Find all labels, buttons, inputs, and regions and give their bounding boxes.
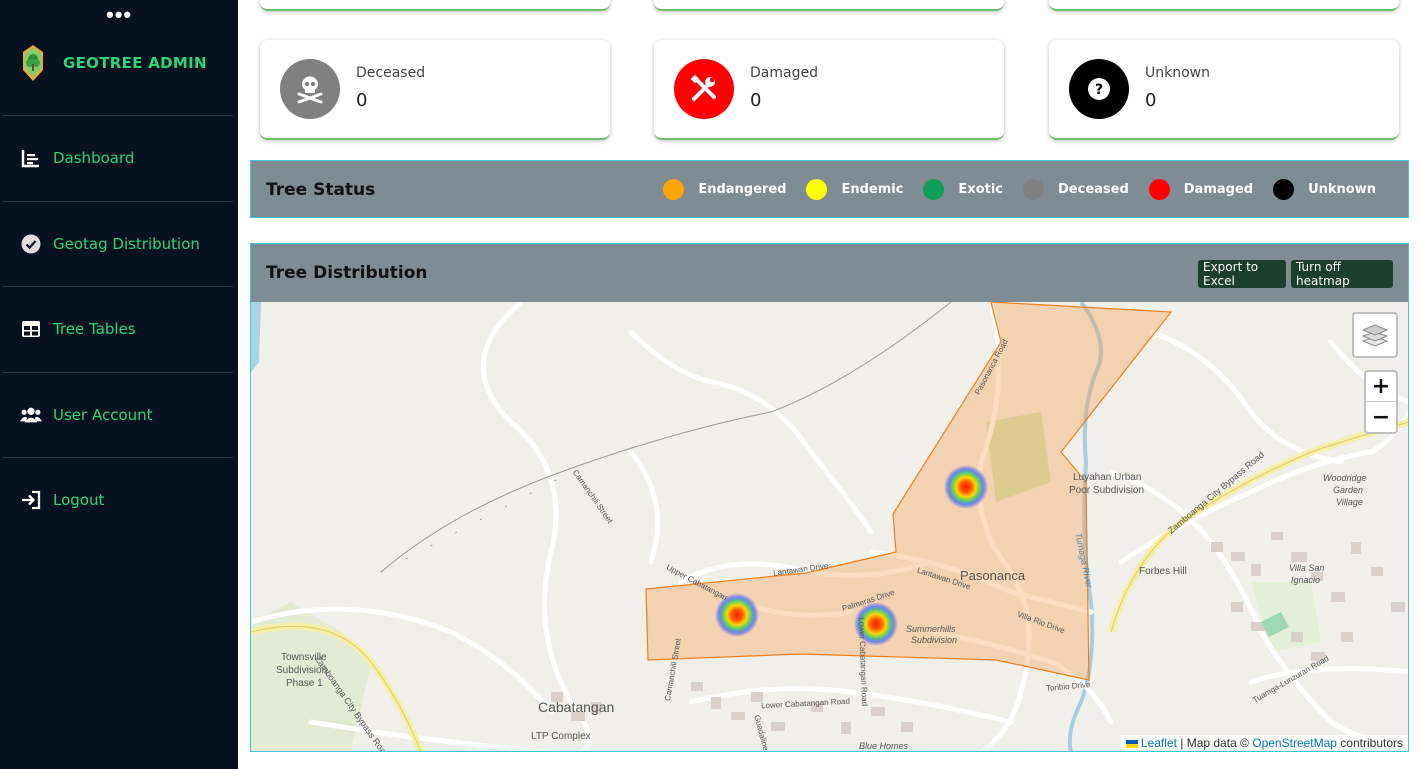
sidebar-item-user-account[interactable]: User Account	[20, 404, 153, 426]
sidebar-item-dashboard[interactable]: Dashboard	[20, 147, 134, 169]
sidebar-item-geotag-distribution[interactable]: Geotag Distribution	[20, 233, 200, 255]
sidebar-item-label: User Account	[53, 406, 153, 424]
nav-divider	[3, 457, 233, 458]
legend-label: Damaged	[1183, 181, 1254, 197]
chart-bar-icon	[20, 147, 42, 169]
nav-divider	[3, 372, 233, 373]
menu-dots-icon[interactable]: •••	[106, 4, 132, 26]
sidebar-item-tree-tables[interactable]: Tree Tables	[20, 318, 136, 340]
svg-text:?: ?	[1095, 82, 1103, 98]
stat-card-partial	[1049, 0, 1399, 11]
legend-item-exotic: Exotic	[923, 178, 1003, 200]
legend-item-endemic: Endemic	[806, 178, 904, 200]
stat-value: 0	[356, 90, 368, 111]
sidebar-item-logout[interactable]: Logout	[20, 489, 104, 511]
ukraine-flag-icon	[1125, 739, 1138, 748]
check-circle-icon	[20, 233, 42, 255]
legend-label: Exotic	[958, 181, 1003, 197]
question-icon: ?	[1069, 59, 1129, 119]
leaflet-link[interactable]: Leaflet	[1141, 736, 1177, 750]
map-label-woodridge: Garden	[1333, 485, 1364, 495]
status-legend: Endangered Endemic Exotic Deceased Damag…	[663, 161, 1408, 217]
map-tiles[interactable]	[251, 302, 1409, 752]
legend-label: Endangered	[698, 181, 787, 197]
legend-swatch	[663, 178, 685, 200]
sidebar-item-label: Geotag Distribution	[53, 235, 200, 253]
map-label-villa-san-ignacio: Ignacio	[1291, 575, 1321, 585]
stat-value: 0	[750, 90, 762, 111]
map-label-woodridge: Woodridge	[1323, 473, 1367, 483]
legend-label: Deceased	[1058, 181, 1129, 197]
stat-value: 0	[1145, 90, 1157, 111]
legend-item-unknown: Unknown	[1273, 178, 1376, 200]
legend-label: Unknown	[1308, 181, 1376, 197]
map-label-summerhills: Subdivision	[911, 635, 958, 645]
table-icon	[20, 318, 42, 340]
legend-swatch	[1273, 178, 1295, 200]
users-icon	[20, 404, 42, 426]
zoom-out-button[interactable]: −	[1366, 402, 1396, 432]
legend-swatch	[923, 178, 945, 200]
export-excel-button[interactable]: Export to Excel	[1198, 260, 1286, 288]
osm-link[interactable]: OpenStreetMap	[1252, 736, 1337, 750]
map[interactable]: Pasonanca Cabatangan LTP Complex Luyahan…	[250, 302, 1409, 752]
brand-name: GEOTREE ADMIN	[63, 54, 207, 72]
map-label-pasonanca: Pasonanca	[960, 568, 1026, 583]
toggle-heatmap-button[interactable]: Turn off heatmap	[1291, 260, 1393, 288]
legend-swatch	[1148, 178, 1170, 200]
stat-card-partial	[654, 0, 1004, 11]
tools-icon	[674, 59, 734, 119]
legend-item-endangered: Endangered	[663, 178, 787, 200]
stat-label: Deceased	[356, 65, 426, 81]
nav-divider	[3, 286, 233, 287]
tree-distribution-panel: Tree Distribution Export to Excel Turn o…	[250, 243, 1409, 303]
map-label-luyahan: Luyahan Urban	[1073, 472, 1142, 483]
stat-card-partial	[260, 0, 610, 11]
stat-label: Damaged	[750, 65, 818, 81]
zoom-in-button[interactable]: +	[1366, 372, 1396, 402]
stat-card-unknown: ? Unknown 0	[1049, 40, 1399, 140]
nav-divider	[3, 115, 233, 116]
brand[interactable]: GEOTREE ADMIN	[22, 44, 207, 82]
panel-title: Tree Status	[266, 180, 376, 200]
layers-icon	[1361, 324, 1389, 347]
legend-swatch	[806, 178, 828, 200]
main-content: Deceased 0 Damaged 0 ? Unknown 0 Tree St…	[238, 0, 1421, 769]
legend-item-deceased: Deceased	[1023, 178, 1129, 200]
sidebar-item-label: Dashboard	[53, 149, 135, 167]
sidebar-item-label: Logout	[53, 491, 105, 509]
map-label-blue-homes: Blue Homes	[859, 741, 909, 751]
map-label-villa-san-ignacio: Villa San	[1289, 563, 1325, 573]
stat-label: Unknown	[1145, 65, 1210, 81]
sidebar: ••• GEOTREE ADMIN Dashboard Geotag Distr…	[0, 0, 238, 769]
attribution-text: contributors	[1336, 736, 1403, 750]
map-label-cabatangan: Cabatangan	[538, 699, 615, 715]
map-attribution: Leaflet | Map data © OpenStreetMap contr…	[1120, 735, 1408, 751]
legend-label: Endemic	[841, 181, 904, 197]
stat-card-deceased: Deceased 0	[260, 40, 610, 140]
map-label-ltp-complex: LTP Complex	[531, 731, 591, 742]
nav-divider	[3, 201, 233, 202]
map-label-woodridge: Village	[1336, 497, 1363, 507]
legend-item-damaged: Damaged	[1148, 178, 1254, 200]
panel-title: Tree Distribution	[266, 263, 428, 283]
map-label-summerhills: Summerhills	[906, 624, 956, 634]
logout-icon	[20, 489, 42, 511]
tree-logo-icon	[23, 45, 43, 81]
legend-swatch	[1023, 178, 1044, 200]
map-label-luyahan: Poor Subdivision	[1069, 485, 1145, 496]
map-label-forbes-hill: Forbes Hill	[1139, 566, 1187, 577]
layers-control-button[interactable]	[1352, 312, 1398, 358]
skull-icon	[280, 59, 340, 119]
zoom-control: + −	[1364, 370, 1398, 434]
attribution-text: | Map data ©	[1176, 736, 1253, 750]
stat-card-damaged: Damaged 0	[654, 40, 1004, 140]
map-label-townsville: Phase 1	[286, 678, 323, 689]
sidebar-item-label: Tree Tables	[53, 320, 136, 338]
tree-status-panel: Tree Status Endangered Endemic Exotic De…	[250, 160, 1409, 218]
